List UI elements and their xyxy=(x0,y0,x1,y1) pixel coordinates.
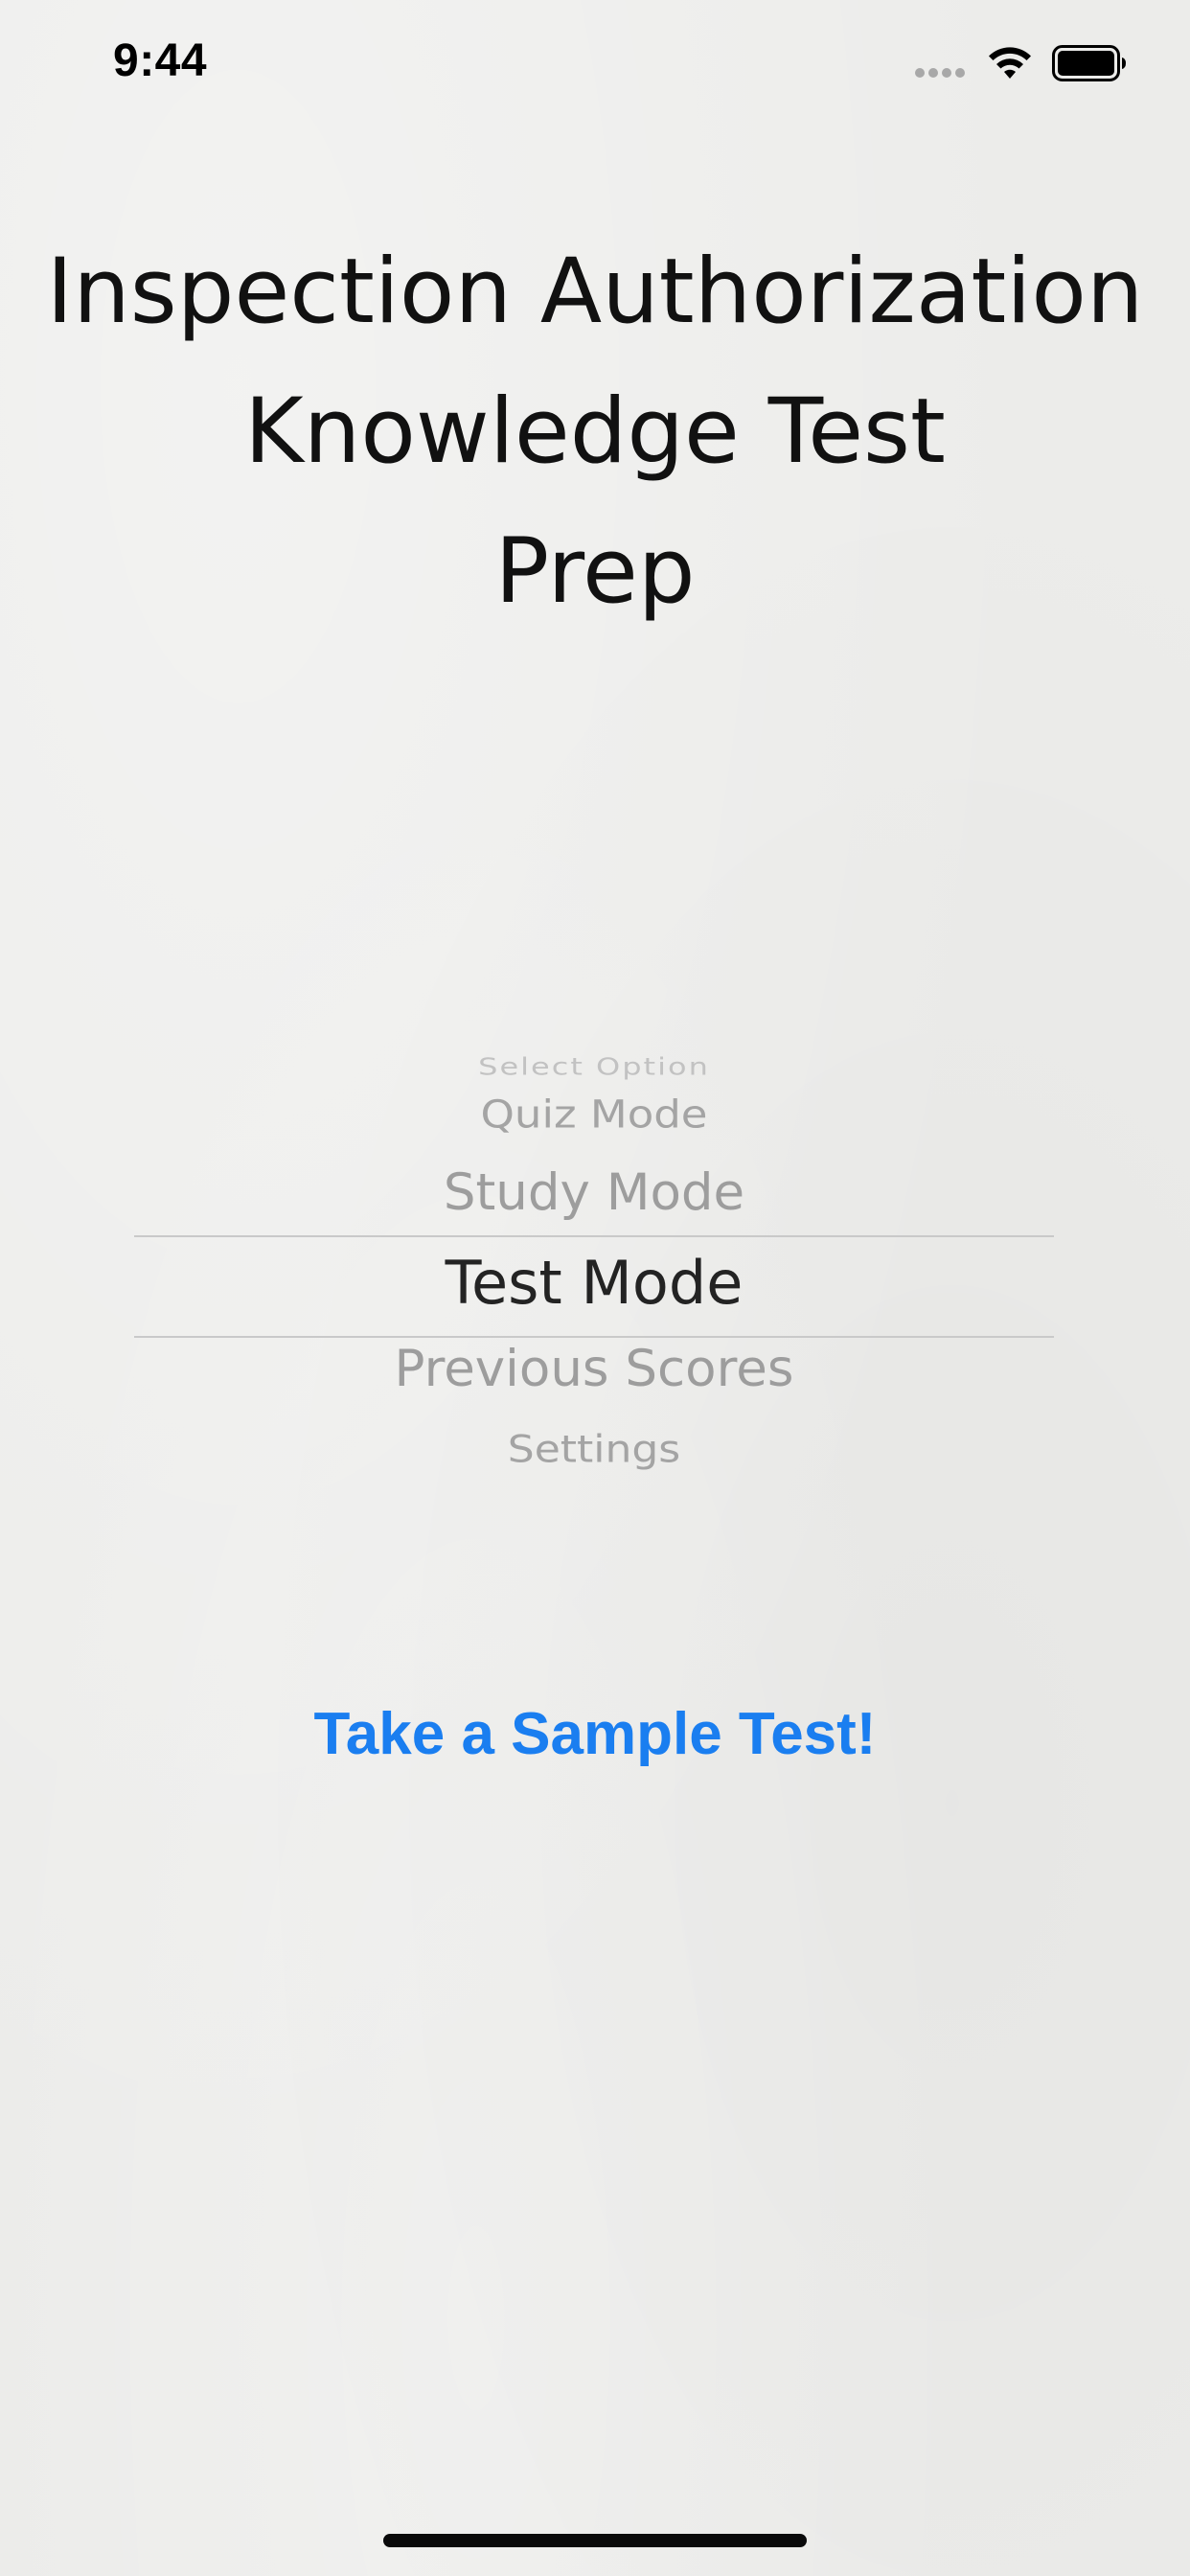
app-title-line-1: Inspection Authorization xyxy=(46,240,1144,344)
status-time: 9:44 xyxy=(113,35,208,86)
battery-icon xyxy=(1052,45,1126,81)
app-title: Inspection Authorization Knowledge Test … xyxy=(0,222,1190,642)
signal-dots-icon xyxy=(915,68,965,78)
app-title-line-3: Prep xyxy=(494,519,696,624)
take-sample-test-button[interactable]: Take a Sample Test! xyxy=(0,1700,1190,1768)
picker-option-select-option[interactable]: Select Option xyxy=(134,1052,1054,1081)
picker-option-quiz-mode[interactable]: Quiz Mode xyxy=(134,1092,1054,1138)
picker-selection-line-bottom xyxy=(134,1336,1054,1338)
wifi-icon xyxy=(989,47,1031,79)
picker-option-study-mode[interactable]: Study Mode xyxy=(134,1163,1054,1222)
status-bar: 9:44 xyxy=(0,0,1190,126)
home-indicator[interactable] xyxy=(383,2534,807,2547)
app-title-line-2: Knowledge Test xyxy=(244,380,946,484)
picker-option-settings[interactable]: Settings xyxy=(134,1428,1054,1472)
picker-selection-line-top xyxy=(134,1235,1054,1237)
picker-option-previous-scores[interactable]: Previous Scores xyxy=(134,1340,1054,1398)
picker-option-test-mode-selected[interactable]: Test Mode xyxy=(134,1248,1054,1318)
mode-picker[interactable]: Select Option Quiz Mode Study Mode Test … xyxy=(134,1035,1054,1495)
